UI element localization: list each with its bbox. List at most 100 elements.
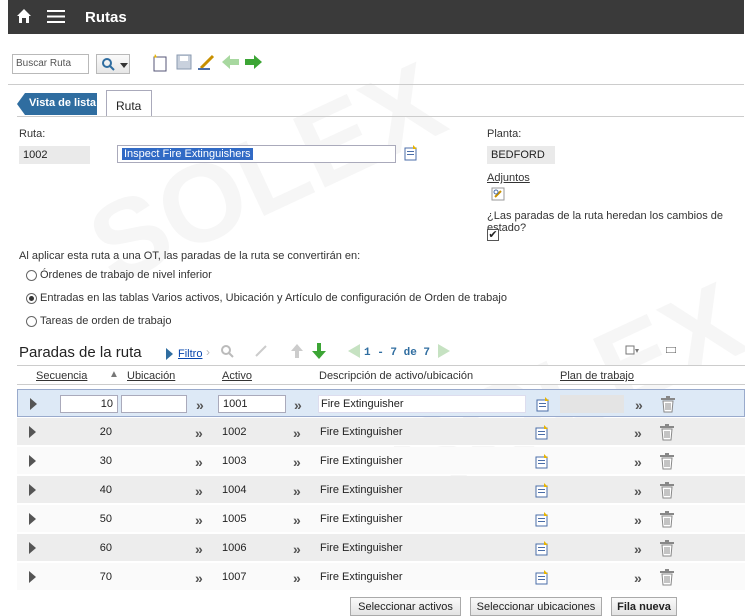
long-description-icon[interactable] — [535, 570, 549, 585]
long-description-icon[interactable] — [535, 454, 549, 469]
download-icon[interactable] — [625, 345, 639, 357]
location-field[interactable] — [121, 395, 187, 413]
row-expand-icon[interactable] — [30, 398, 37, 410]
search-button[interactable] — [96, 54, 130, 74]
long-description-icon[interactable] — [535, 541, 549, 556]
search-input[interactable]: Buscar Ruta — [12, 54, 89, 74]
attachments-icon[interactable] — [490, 186, 506, 202]
location-lookup-icon[interactable]: » — [195, 512, 203, 528]
long-description-icon[interactable] — [535, 425, 549, 440]
trash-icon[interactable] — [659, 568, 675, 586]
job-plan-lookup-icon[interactable]: » — [635, 397, 643, 413]
description-value: Fire Extinguisher — [321, 398, 404, 410]
col-ubicacion[interactable]: Ubicación — [127, 370, 175, 382]
location-lookup-icon[interactable]: » — [195, 425, 203, 441]
page-title: Rutas — [85, 9, 127, 26]
next-page-icon[interactable] — [438, 344, 450, 358]
sort-asc-icon[interactable]: ▲ — [109, 369, 119, 380]
description-value: Fire Extinguisher — [320, 513, 403, 525]
col-secuencia[interactable]: Secuencia — [36, 370, 87, 382]
table-row[interactable]: 20 1002 » » Fire Extinguisher » — [17, 418, 745, 446]
location-lookup-icon[interactable]: » — [196, 397, 204, 413]
job-plan-lookup-icon[interactable]: » — [634, 512, 642, 528]
location-lookup-icon[interactable]: » — [195, 570, 203, 586]
edit-icon[interactable] — [198, 54, 218, 70]
table-row[interactable]: 40 1004 » » Fire Extinguisher » — [17, 476, 745, 504]
filter-link[interactable]: Filtro — [178, 348, 202, 360]
asset-field[interactable]: 1001 — [218, 395, 286, 413]
location-lookup-icon[interactable]: » — [195, 454, 203, 470]
filter-search-icon[interactable] — [220, 344, 234, 358]
option-radio-1[interactable] — [26, 293, 37, 304]
table-row[interactable]: 30 1003 » » Fire Extinguisher » — [17, 447, 745, 475]
adjuntos-label[interactable]: Adjuntos — [487, 172, 530, 184]
trash-icon[interactable] — [660, 395, 676, 413]
previous-page-icon[interactable] — [348, 344, 360, 358]
move-down-icon[interactable] — [312, 343, 326, 359]
asset-lookup-icon[interactable]: » — [294, 397, 302, 413]
asset-value: 1006 — [222, 542, 247, 554]
long-description-icon[interactable] — [535, 512, 549, 527]
table-row[interactable]: 70 1007 » » Fire Extinguisher » — [17, 563, 745, 591]
option-radio-0[interactable] — [26, 270, 37, 281]
select-locations-button[interactable]: Seleccionar ubicaciones — [470, 597, 602, 616]
job-plan-lookup-icon[interactable]: » — [634, 570, 642, 586]
trash-icon[interactable] — [659, 481, 675, 499]
move-up-icon[interactable] — [291, 344, 303, 358]
sequence-value: 10 — [100, 398, 113, 410]
asset-lookup-icon[interactable]: » — [293, 570, 301, 586]
new-record-icon[interactable] — [152, 54, 168, 72]
job-plan-lookup-icon[interactable]: » — [634, 483, 642, 499]
table-row[interactable]: 60 1006 » » Fire Extinguisher » — [17, 534, 745, 562]
ruta-description-field[interactable]: Inspect Fire Extinguishers — [117, 145, 396, 163]
long-description-icon[interactable] — [535, 483, 549, 498]
col-plan[interactable]: Plan de trabajo — [560, 370, 634, 382]
asset-lookup-icon[interactable]: » — [293, 483, 301, 499]
option-radio-2[interactable] — [26, 316, 37, 327]
ruta-label: Ruta: — [19, 128, 46, 140]
ruta-description-text: Inspect Fire Extinguishers — [122, 148, 253, 160]
location-lookup-icon[interactable]: » — [195, 541, 203, 557]
select-assets-button[interactable]: Seleccionar activos — [350, 597, 461, 616]
next-icon[interactable] — [244, 54, 262, 70]
list-view-tab[interactable]: Vista de lista — [17, 93, 97, 115]
asset-lookup-icon[interactable]: » — [293, 425, 301, 441]
asset-value: 1004 — [222, 484, 247, 496]
job-plan-lookup-icon[interactable]: » — [634, 541, 642, 557]
description-value: Fire Extinguisher — [320, 426, 403, 438]
filter-expand-icon[interactable] — [166, 348, 173, 360]
asset-lookup-icon[interactable]: » — [293, 541, 301, 557]
asset-lookup-icon[interactable]: » — [293, 512, 301, 528]
long-description-icon[interactable] — [536, 397, 550, 412]
job-plan-lookup-icon[interactable]: » — [634, 454, 642, 470]
ruta-field[interactable]: 1002 — [19, 146, 90, 164]
job-plan-lookup-icon[interactable]: » — [634, 425, 642, 441]
trash-icon[interactable] — [659, 539, 675, 557]
sequence-value: 60 — [99, 542, 112, 554]
table-row[interactable]: 50 1005 » » Fire Extinguisher » — [17, 505, 745, 533]
menu-icon[interactable] — [47, 9, 65, 24]
table-row[interactable]: 10 1001 » » Fire Extinguisher » — [17, 389, 745, 417]
grid-header: Secuencia ▲ Ubicación Activo Descripción… — [17, 365, 745, 385]
heredan-checkbox[interactable]: ✔ — [487, 229, 499, 241]
home-icon[interactable] — [16, 8, 32, 24]
location-lookup-icon[interactable]: » — [195, 483, 203, 499]
option-label-0: Órdenes de trabajo de nivel inferior — [40, 269, 212, 281]
pager-text: 1 - 7 de 7 — [364, 347, 431, 359]
asset-lookup-icon[interactable]: » — [293, 454, 301, 470]
trash-icon[interactable] — [659, 452, 675, 470]
trash-icon[interactable] — [659, 423, 675, 441]
trash-icon[interactable] — [659, 510, 675, 528]
option-label-2: Tareas de orden de trabajo — [40, 315, 172, 327]
asset-value: 1002 — [222, 426, 247, 438]
sequence-field[interactable]: 10 — [60, 395, 118, 413]
save-icon[interactable] — [176, 54, 192, 70]
col-activo[interactable]: Activo — [222, 370, 252, 382]
long-description-icon[interactable] — [404, 145, 418, 161]
previous-icon[interactable] — [222, 54, 240, 70]
collapse-icon[interactable] — [666, 347, 676, 353]
tab-ruta[interactable]: Ruta — [106, 90, 152, 117]
planta-field[interactable]: BEDFORD — [487, 146, 555, 164]
new-row-button[interactable]: Fila nueva — [611, 597, 677, 616]
clear-filter-icon[interactable] — [254, 344, 268, 358]
